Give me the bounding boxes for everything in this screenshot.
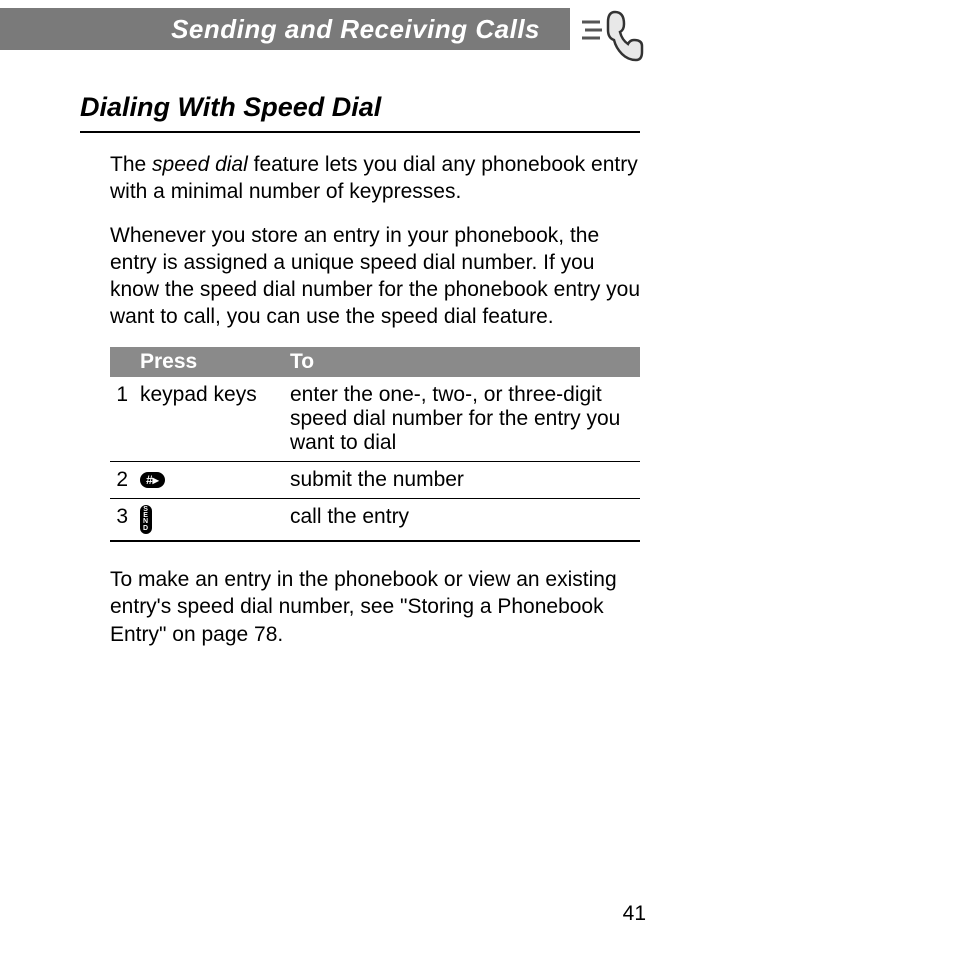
table-header-row: Press To	[110, 347, 640, 377]
intro-paragraph: The speed dial feature lets you dial any…	[110, 151, 640, 206]
page-number: 41	[623, 902, 646, 926]
title-underline	[80, 131, 640, 133]
to-cell: enter the one-, two-, or three-digit spe…	[284, 377, 640, 462]
header-press: Press	[134, 347, 284, 377]
instruction-table: Press To 1 keypad keys enter the one-, t…	[110, 347, 640, 542]
outro-paragraph: To make an entry in the phonebook or vie…	[110, 566, 640, 648]
header-spacer	[110, 347, 134, 377]
table-row: 2 #▸ submit the number	[110, 461, 640, 498]
hash-key-icon: #▸	[140, 472, 165, 488]
header-to: To	[284, 347, 640, 377]
intro-italic: speed dial	[152, 153, 248, 176]
phone-icon	[580, 0, 650, 70]
to-cell: call the entry	[284, 498, 640, 541]
table-row: 1 keypad keys enter the one-, two-, or t…	[110, 377, 640, 462]
send-key-icon: SEND	[140, 505, 152, 534]
row-number: 2	[110, 461, 134, 498]
press-cell: #▸	[134, 461, 284, 498]
page-content: Dialing With Speed Dial The speed dial f…	[80, 92, 640, 664]
row-number: 1	[110, 377, 134, 462]
press-cell: SEND	[134, 498, 284, 541]
chapter-title: Sending and Receiving Calls	[171, 14, 540, 45]
intro-text-1: The	[110, 153, 152, 176]
body-paragraph-2: Whenever you store an entry in your phon…	[110, 222, 640, 331]
press-cell: keypad keys	[134, 377, 284, 462]
chapter-header-bar: Sending and Receiving Calls	[0, 8, 570, 50]
row-number: 3	[110, 498, 134, 541]
section-title: Dialing With Speed Dial	[80, 92, 640, 123]
to-cell: submit the number	[284, 461, 640, 498]
table-row: 3 SEND call the entry	[110, 498, 640, 541]
